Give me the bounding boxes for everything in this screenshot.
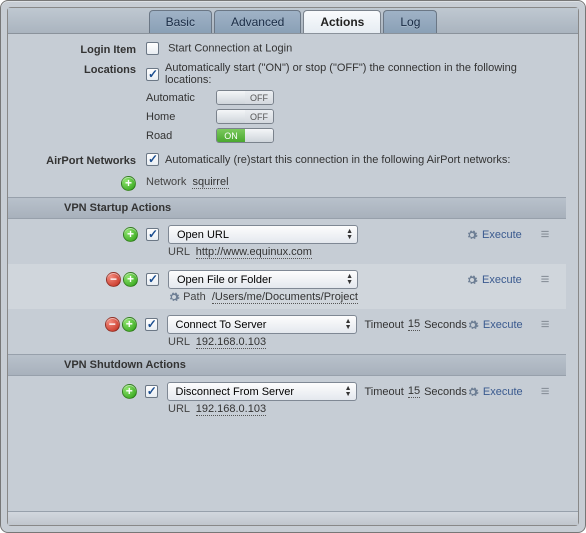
startup-del-2[interactable]: − <box>105 317 120 332</box>
startup-type-0[interactable]: Open URL ▲▼ <box>168 225 358 244</box>
startup-timeout-2[interactable]: 15 <box>408 318 420 331</box>
startup-add-2[interactable]: + <box>122 317 137 332</box>
airport-checkbox[interactable] <box>146 153 159 166</box>
location-name-1: Home <box>146 111 216 123</box>
shutdown-enable-0[interactable] <box>145 385 158 398</box>
airport-network-value[interactable]: squirrel <box>192 176 228 189</box>
startup-execute-1[interactable]: Execute <box>466 274 534 286</box>
timeout-unit: Seconds <box>424 386 467 398</box>
locations-checkbox[interactable] <box>146 68 159 81</box>
drag-handle-icon[interactable]: ≡ <box>534 316 556 333</box>
startup-del-1[interactable]: − <box>106 272 121 287</box>
login-checkbox[interactable] <box>146 42 159 55</box>
shutdown-header: VPN Shutdown Actions <box>8 354 566 376</box>
startup-execute-0[interactable]: Execute <box>466 229 534 241</box>
gear-icon <box>466 229 478 241</box>
drag-handle-icon[interactable]: ≡ <box>534 271 556 288</box>
startup-key-0: URL <box>168 246 190 258</box>
tab-basic[interactable]: Basic <box>149 10 212 33</box>
startup-execute-2[interactable]: Execute <box>467 319 534 331</box>
startup-val-2[interactable]: 192.168.0.103 <box>196 336 266 349</box>
airport-add-button[interactable]: + <box>121 176 136 191</box>
gear-icon <box>467 319 479 331</box>
caret-icon: ▲▼ <box>346 274 353 286</box>
gear-icon[interactable] <box>168 291 180 303</box>
startup-key-2: URL <box>168 336 190 348</box>
startup-add-0[interactable]: + <box>123 227 138 242</box>
tabbar: Basic Advanced Actions Log <box>8 8 578 34</box>
startup-enable-0[interactable] <box>146 228 159 241</box>
location-name-2: Road <box>146 130 216 142</box>
gear-icon <box>466 274 478 286</box>
location-toggle-0[interactable]: OFF <box>216 90 274 105</box>
shutdown-add-0[interactable]: + <box>122 384 137 399</box>
startup-enable-2[interactable] <box>145 318 158 331</box>
location-toggle-1[interactable]: OFF <box>216 109 274 124</box>
content-area: Login Item Start Connection at Login Loc… <box>8 34 578 511</box>
shutdown-execute-0[interactable]: Execute <box>467 386 534 398</box>
timeout-label: Timeout <box>365 386 404 398</box>
shutdown-key-0: URL <box>168 403 190 415</box>
airport-text: Automatically (re)start this connection … <box>165 154 510 166</box>
footer-bar <box>8 511 578 525</box>
locations-text: Automatically start ("ON") or stop ("OFF… <box>165 62 566 86</box>
startup-val-1[interactable]: /Users/me/Documents/Project <box>212 291 358 304</box>
startup-add-1[interactable]: + <box>123 272 138 287</box>
tab-actions[interactable]: Actions <box>303 10 381 33</box>
drag-handle-icon[interactable]: ≡ <box>534 226 556 243</box>
startup-type-2[interactable]: Connect To Server ▲▼ <box>167 315 357 334</box>
startup-type-1[interactable]: Open File or Folder ▲▼ <box>168 270 358 289</box>
timeout-label: Timeout <box>365 319 404 331</box>
location-name-0: Automatic <box>146 92 216 104</box>
caret-icon: ▲▼ <box>345 386 352 398</box>
gear-icon <box>467 386 479 398</box>
login-label: Login Item <box>8 42 146 56</box>
caret-icon: ▲▼ <box>346 229 353 241</box>
login-text: Start Connection at Login <box>168 42 292 54</box>
tab-log[interactable]: Log <box>383 10 437 33</box>
startup-enable-1[interactable] <box>146 273 159 286</box>
locations-label: Locations <box>8 62 146 76</box>
location-toggle-2[interactable]: ON <box>216 128 274 143</box>
shutdown-type-0[interactable]: Disconnect From Server ▲▼ <box>167 382 357 401</box>
startup-val-0[interactable]: http://www.equinux.com <box>196 246 312 259</box>
caret-icon: ▲▼ <box>345 319 352 331</box>
airport-network-key: Network <box>146 176 186 188</box>
airport-label: AirPort Networks <box>8 153 146 167</box>
shutdown-timeout-0[interactable]: 15 <box>408 385 420 398</box>
startup-header: VPN Startup Actions <box>8 197 566 219</box>
shutdown-val-0[interactable]: 192.168.0.103 <box>196 403 266 416</box>
startup-key-1: Path <box>183 291 206 303</box>
tab-advanced[interactable]: Advanced <box>214 10 301 33</box>
timeout-unit: Seconds <box>424 319 467 331</box>
drag-handle-icon[interactable]: ≡ <box>534 383 556 400</box>
